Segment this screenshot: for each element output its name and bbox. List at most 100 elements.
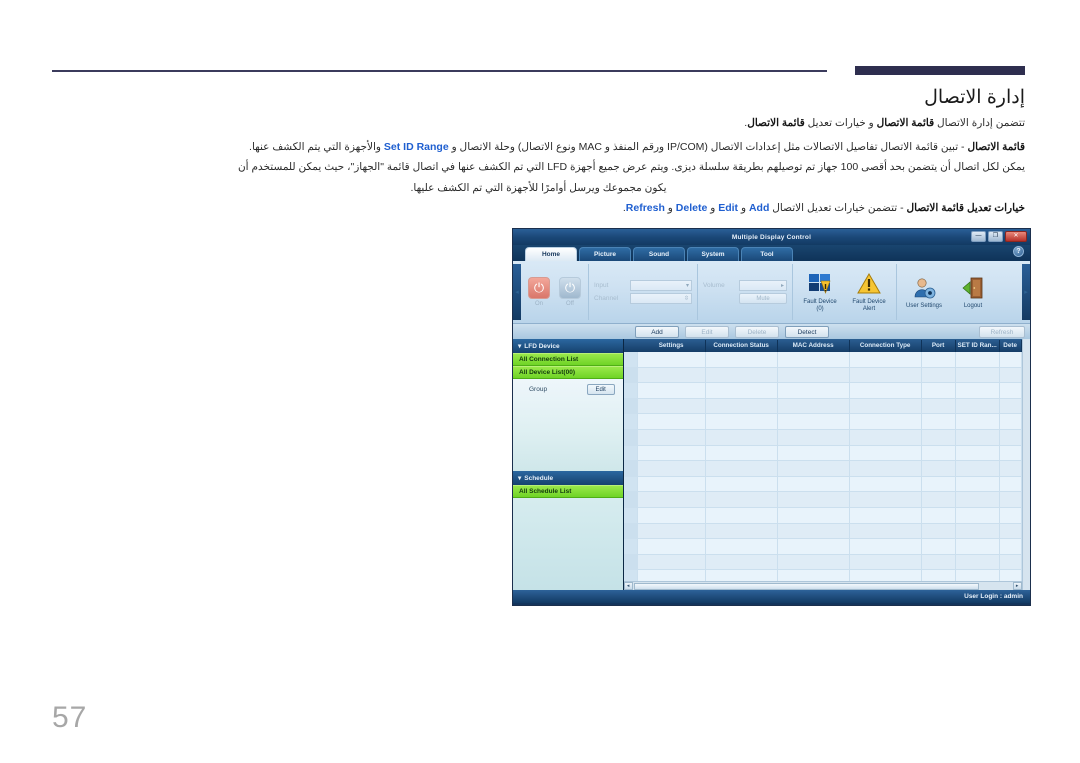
table-cell [1000,492,1022,507]
ribbon-group-user: User Settings Logout [897,264,1000,320]
row-checkbox[interactable] [623,507,638,523]
table-cell [922,554,956,570]
column-header-settings[interactable]: Settings [638,339,706,352]
scrollbar-thumb[interactable] [633,582,979,590]
volume-label: Volume [703,282,725,289]
add-button[interactable]: Add [635,325,679,338]
scroll-right-icon[interactable]: ▸ [1012,582,1022,590]
row-checkbox[interactable] [623,367,638,383]
table-row[interactable] [623,367,1022,384]
tab-system[interactable]: System [687,247,739,261]
input-select[interactable]: ▾ [630,280,692,291]
column-header-mac-address[interactable]: MAC Address [778,339,850,352]
detect-button[interactable]: Detect [785,325,829,338]
vertical-scrollbar[interactable] [1021,339,1030,590]
column-header-port[interactable]: Port [922,339,956,352]
help-icon[interactable]: ? [1013,246,1024,257]
tab-picture[interactable]: Picture [579,247,631,261]
row-checkbox[interactable] [623,554,638,570]
row-checkbox[interactable] [623,352,638,367]
table-cell [850,429,922,445]
row-checkbox[interactable] [623,383,638,398]
row-checkbox[interactable] [623,445,638,461]
delete-button[interactable]: Delete [735,325,779,338]
table-cell [706,445,778,461]
table-row[interactable] [623,492,1022,508]
p2-text: يمكن لكل اتصال أن يتضمن بحد أقصى 100 جها… [237,161,1025,174]
column-header-set-id-range[interactable]: SET ID Ran... [956,339,1000,352]
table-row[interactable] [623,352,1022,368]
tab-home[interactable]: Home [525,247,577,261]
power-on-button[interactable]: ⏻ On [526,277,552,307]
volume-input[interactable]: ▸ [739,280,787,291]
table-row[interactable] [623,570,1022,581]
row-checkbox[interactable] [623,476,638,492]
page-number: 57 [52,701,88,734]
p4-and-3: و [664,201,676,214]
intro-prefix: تتضمن إدارة الاتصال [934,117,1025,129]
table-cell [922,539,956,554]
table-row[interactable] [623,445,1022,462]
fault-device-button[interactable]: Fault Device (0) [798,271,842,313]
group-edit-button[interactable]: Edit [586,384,615,395]
table-row[interactable] [623,461,1022,477]
horizontal-scrollbar[interactable]: ◂ ▸ [623,581,1022,590]
sidebar-section-schedule[interactable]: ▾ Schedule [513,471,623,485]
maximize-button[interactable]: ❐ [988,231,1003,242]
table-cell [956,414,1000,429]
power-off-button[interactable]: ⏻ Off [557,277,583,307]
paragraph-edit-options: خيارات تعديل قائمة الاتصال - تتضمن خيارا… [52,200,1025,216]
table-cell [850,492,922,507]
table-row[interactable] [623,414,1022,430]
minimize-button[interactable]: — [971,231,986,242]
edit-button[interactable]: Edit [685,325,729,338]
column-header-connection-type[interactable]: Connection Type [850,339,922,352]
row-checkbox[interactable] [623,539,638,554]
sidebar-item-all-connection-list[interactable]: All Connection List [513,353,623,366]
table-row[interactable] [623,523,1022,540]
mute-button[interactable]: Mute [739,293,787,304]
user-settings-button[interactable]: User Settings [902,275,946,310]
statusbar: User Login : admin [513,590,1030,603]
table-cell [706,507,778,523]
table-row[interactable] [623,539,1022,555]
logout-button[interactable]: Logout [951,275,995,310]
sidebar-section-lfd-device[interactable]: ▾ LFD Device [513,339,623,353]
tab-sound[interactable]: Sound [633,247,685,261]
scroll-left-icon[interactable]: ◂ [623,582,633,590]
sidebar-item-all-schedule-list[interactable]: All Schedule List [513,485,623,498]
column-header-connection-status[interactable]: Connection Status [706,339,778,352]
table-row[interactable] [623,383,1022,399]
tab-tool[interactable]: Tool [741,247,793,261]
row-checkbox[interactable] [623,414,638,429]
row-checkbox[interactable] [623,429,638,445]
refresh-button[interactable]: Refresh [979,325,1025,338]
sidebar-item-all-device-list[interactable]: All Device List(00) [513,366,623,379]
table-cell [638,414,706,429]
table-cell [1000,554,1022,570]
paragraph-connection-list: قائمة الاتصال - تبين قائمة الاتصال تفاصي… [52,139,1025,155]
table-cell [638,554,706,570]
row-checkbox[interactable] [623,492,638,507]
table-row[interactable] [623,476,1022,493]
table-row[interactable] [623,398,1022,415]
table-cell [706,492,778,507]
table-row[interactable] [623,507,1022,524]
table-cell [922,398,956,414]
close-button[interactable]: ✕ [1005,231,1027,242]
fault-device-alert-button[interactable]: Fault Device Alert [847,271,891,313]
table-cell [922,367,956,383]
row-checkbox[interactable] [623,461,638,476]
table-row[interactable] [623,554,1022,571]
row-checkbox[interactable] [623,523,638,539]
column-header-detect[interactable]: Dete [1000,339,1022,352]
table-cell [1000,352,1022,367]
p1-text: - تبين قائمة الاتصال تفاصيل الاتصالات مث… [448,141,968,154]
row-checkbox[interactable] [623,398,638,414]
row-checkbox[interactable] [623,570,638,581]
ribbon-scroll-right-icon[interactable]: ▸ [1022,264,1030,320]
ribbon-scroll-left-icon[interactable]: ◂ [513,264,521,320]
ribbon-group-power: ⏻ On ⏻ Off [521,264,589,320]
channel-stepper[interactable]: ⇳ [630,293,692,304]
table-row[interactable] [623,429,1022,446]
